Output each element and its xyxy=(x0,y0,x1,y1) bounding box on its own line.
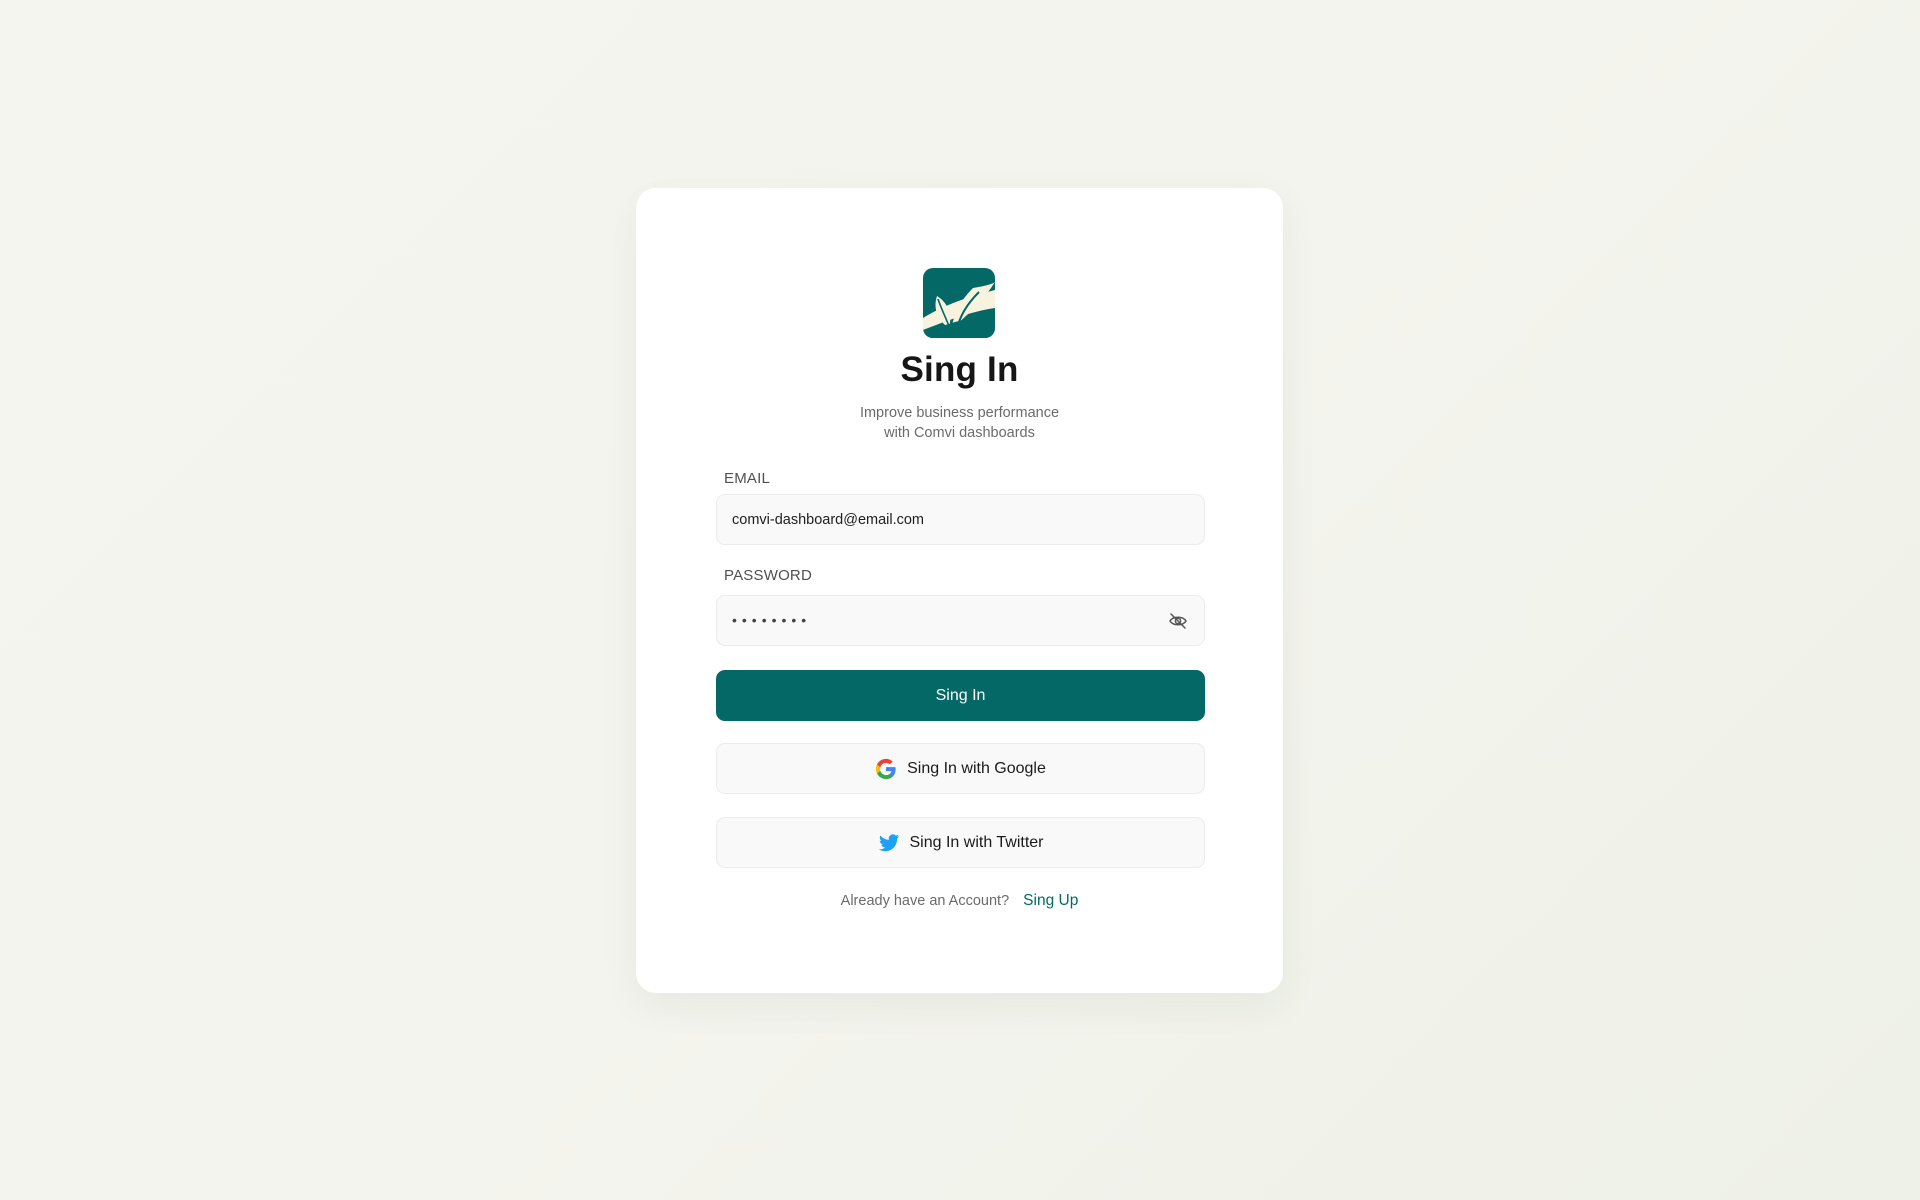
google-signin-button[interactable]: Sing In with Google xyxy=(716,743,1205,794)
subtitle-line-2: with Comvi dashboards xyxy=(884,425,1035,441)
signup-prompt-text: Already have an Account? xyxy=(840,893,1010,909)
password-field[interactable]: •••••••• xyxy=(716,595,1205,646)
subtitle-line-1: Improve business performance xyxy=(859,405,1060,421)
signup-link[interactable]: Sing Up xyxy=(1023,892,1078,909)
twitter-icon xyxy=(878,832,900,854)
twitter-signin-label: Sing In with Twitter xyxy=(909,833,1044,851)
leaf-logo-icon xyxy=(923,268,995,338)
email-field-box[interactable] xyxy=(716,494,1205,545)
signup-prompt: Already have an Account? Sing Up xyxy=(636,892,1283,910)
email-field[interactable] xyxy=(732,495,1172,544)
page-title: Sing In xyxy=(900,350,1019,389)
page-subtitle: Improve business performance with Comvi … xyxy=(636,403,1283,443)
email-label: EMAIL xyxy=(724,470,771,487)
password-label: PASSWORD xyxy=(724,567,812,584)
signin-button[interactable]: Sing In xyxy=(716,670,1205,721)
google-signin-label: Sing In with Google xyxy=(907,759,1046,777)
google-icon xyxy=(875,758,897,780)
signin-button-label: Sing In xyxy=(935,686,986,704)
eye-off-icon[interactable] xyxy=(1168,611,1188,631)
twitter-signin-button[interactable]: Sing In with Twitter xyxy=(716,817,1205,868)
password-mask: •••••••• xyxy=(732,612,812,628)
